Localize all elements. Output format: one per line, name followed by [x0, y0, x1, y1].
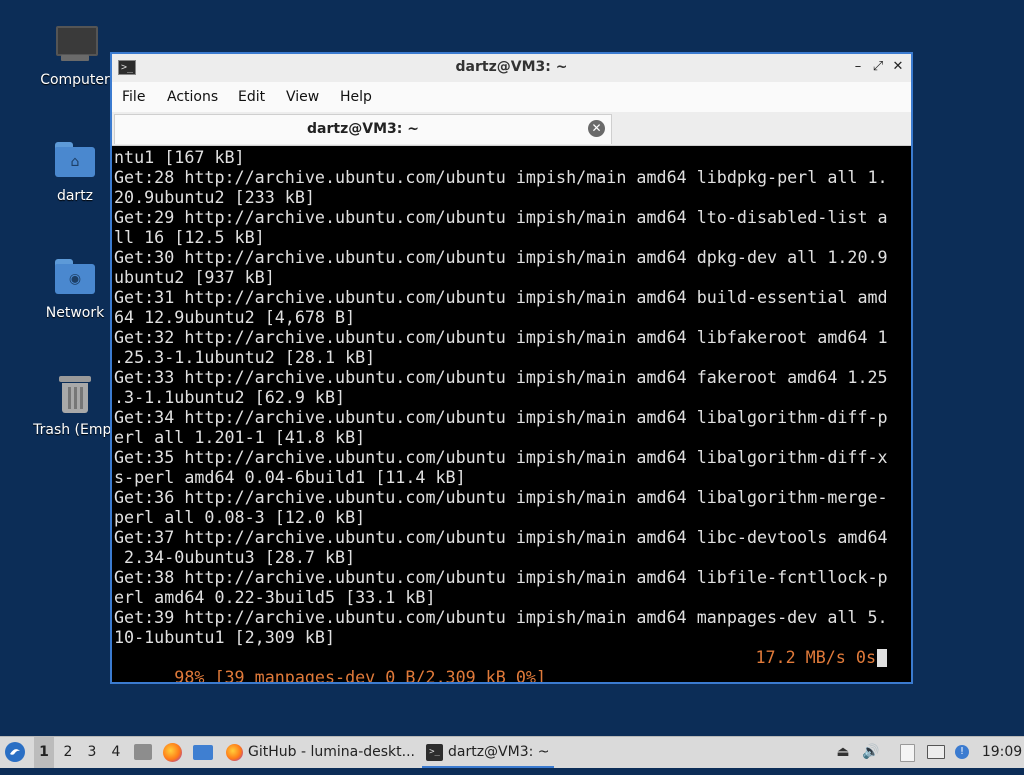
task-label: GitHub - lumina-deskt... [248, 744, 416, 760]
terminal-line: ubuntu2 [937 kB] [114, 267, 275, 287]
terminal-line: erl all 1.201-1 [41.8 kB] [114, 427, 366, 447]
terminal-line: Get:30 http://archive.ubuntu.com/ubuntu … [114, 247, 888, 267]
workspace-4[interactable]: 4 [106, 737, 126, 768]
menu-edit[interactable]: Edit [238, 89, 265, 105]
terminal-line: Get:35 http://archive.ubuntu.com/ubuntu … [114, 447, 888, 467]
minimize-button[interactable]: – [849, 58, 867, 76]
eject-icon[interactable]: ⏏ [834, 743, 852, 761]
network-folder-icon: ◉ [53, 255, 97, 299]
tab-label: dartz@VM3: ~ [307, 121, 419, 137]
task-label: dartz@VM3: ~ [448, 744, 550, 760]
terminal-line: s-perl amd64 0.04-6build1 [11.4 kB] [114, 467, 466, 487]
terminal-line: 10-1ubuntu1 [2,309 kB] [114, 627, 336, 647]
update-notifier-icon[interactable]: ! [953, 743, 971, 761]
start-menu-button[interactable] [4, 737, 28, 768]
terminal-line: .25.3-1.1ubuntu2 [28.1 kB] [114, 347, 376, 367]
menu-actions[interactable]: Actions [167, 89, 218, 105]
terminal-line: ll 16 [12.5 kB] [114, 227, 265, 247]
task-terminal[interactable]: >_ dartz@VM3: ~ [422, 737, 554, 768]
terminal-icon: >_ [426, 744, 443, 761]
start-menu-icon [5, 742, 25, 762]
tab-close-icon[interactable]: ✕ [588, 120, 605, 137]
workspace-2[interactable]: 2 [58, 737, 78, 768]
menu-file[interactable]: File [122, 89, 145, 105]
folder-launcher[interactable] [193, 737, 215, 768]
terminal-line: 2.34-0ubuntu3 [28.7 kB] [114, 547, 356, 567]
terminal-line: Get:36 http://archive.ubuntu.com/ubuntu … [114, 487, 888, 507]
clipboard-icon[interactable] [898, 743, 916, 762]
terminal-line: Get:38 http://archive.ubuntu.com/ubuntu … [114, 567, 888, 587]
terminal-line: Get:32 http://archive.ubuntu.com/ubuntu … [114, 327, 888, 347]
terminal-line: Get:39 http://archive.ubuntu.com/ubuntu … [114, 607, 888, 627]
firefox-icon [163, 743, 182, 762]
maximize-button[interactable]: ⤢ [869, 58, 887, 76]
clock[interactable]: 19:09 [980, 737, 1024, 768]
terminal-line: 20.9ubuntu2 [233 kB] [114, 187, 315, 207]
workspace-3[interactable]: 3 [82, 737, 102, 768]
firefox-launcher[interactable] [163, 737, 185, 768]
task-firefox[interactable]: GitHub - lumina-deskt... [222, 737, 444, 768]
taskbar: 1 2 3 4 GitHub - lumina-deskt... >_ dart… [0, 736, 1024, 768]
terminal-line: Get:29 http://archive.ubuntu.com/ubuntu … [114, 207, 888, 227]
progress-line: 98% [39 manpages-dev 0 B/2,309 kB 0%] 17… [114, 647, 911, 682]
tab-bar: dartz@VM3: ~ ✕ [112, 112, 911, 146]
network-icon[interactable] [927, 743, 945, 761]
progress-speed: 17.2 MB/s 0s [755, 647, 876, 667]
terminal-line: .3-1.1ubuntu2 [62.9 kB] [114, 387, 346, 407]
trash-icon [53, 372, 97, 416]
file-manager-launcher[interactable] [134, 737, 156, 768]
firefox-icon [226, 744, 243, 761]
terminal-line: ntu1 [167 kB] [114, 147, 245, 167]
workspace-1[interactable]: 1 [34, 737, 54, 768]
close-button[interactable]: ✕ [889, 58, 907, 76]
terminal-line: 64 12.9ubuntu2 [4,678 B] [114, 307, 356, 327]
terminal-line: Get:31 http://archive.ubuntu.com/ubuntu … [114, 287, 888, 307]
menu-help[interactable]: Help [340, 89, 372, 105]
terminal-window: >_ dartz@VM3: ~ – ⤢ ✕ File Actions Edit … [110, 52, 913, 684]
file-manager-icon [134, 744, 152, 760]
folder-icon [193, 745, 213, 760]
text-cursor [877, 649, 887, 667]
terminal-output[interactable]: ntu1 [167 kB] Get:28 http://archive.ubunt… [114, 147, 911, 682]
terminal-line: Get:37 http://archive.ubuntu.com/ubuntu … [114, 527, 888, 547]
terminal-line: erl amd64 0.22-3build5 [33.1 kB] [114, 587, 436, 607]
window-title: dartz@VM3: ~ [455, 59, 568, 75]
window-titlebar[interactable]: >_ dartz@VM3: ~ – ⤢ ✕ [112, 54, 911, 82]
menubar: File Actions Edit View Help [112, 82, 911, 112]
computer-icon [53, 22, 98, 66]
terminal-line: Get:33 http://archive.ubuntu.com/ubuntu … [114, 367, 888, 387]
volume-icon[interactable]: 🔊 [862, 743, 880, 761]
terminal-line: Get:34 http://archive.ubuntu.com/ubuntu … [114, 407, 888, 427]
progress-status: 98% [39 manpages-dev 0 B/2,309 kB 0%] [174, 667, 547, 682]
terminal-line: perl all 0.08-3 [12.0 kB] [114, 507, 366, 527]
home-folder-icon: ⌂ [53, 138, 97, 182]
tab-terminal[interactable]: dartz@VM3: ~ ✕ [114, 114, 612, 144]
terminal-line: Get:28 http://archive.ubuntu.com/ubuntu … [114, 167, 888, 187]
menu-view[interactable]: View [286, 89, 319, 105]
